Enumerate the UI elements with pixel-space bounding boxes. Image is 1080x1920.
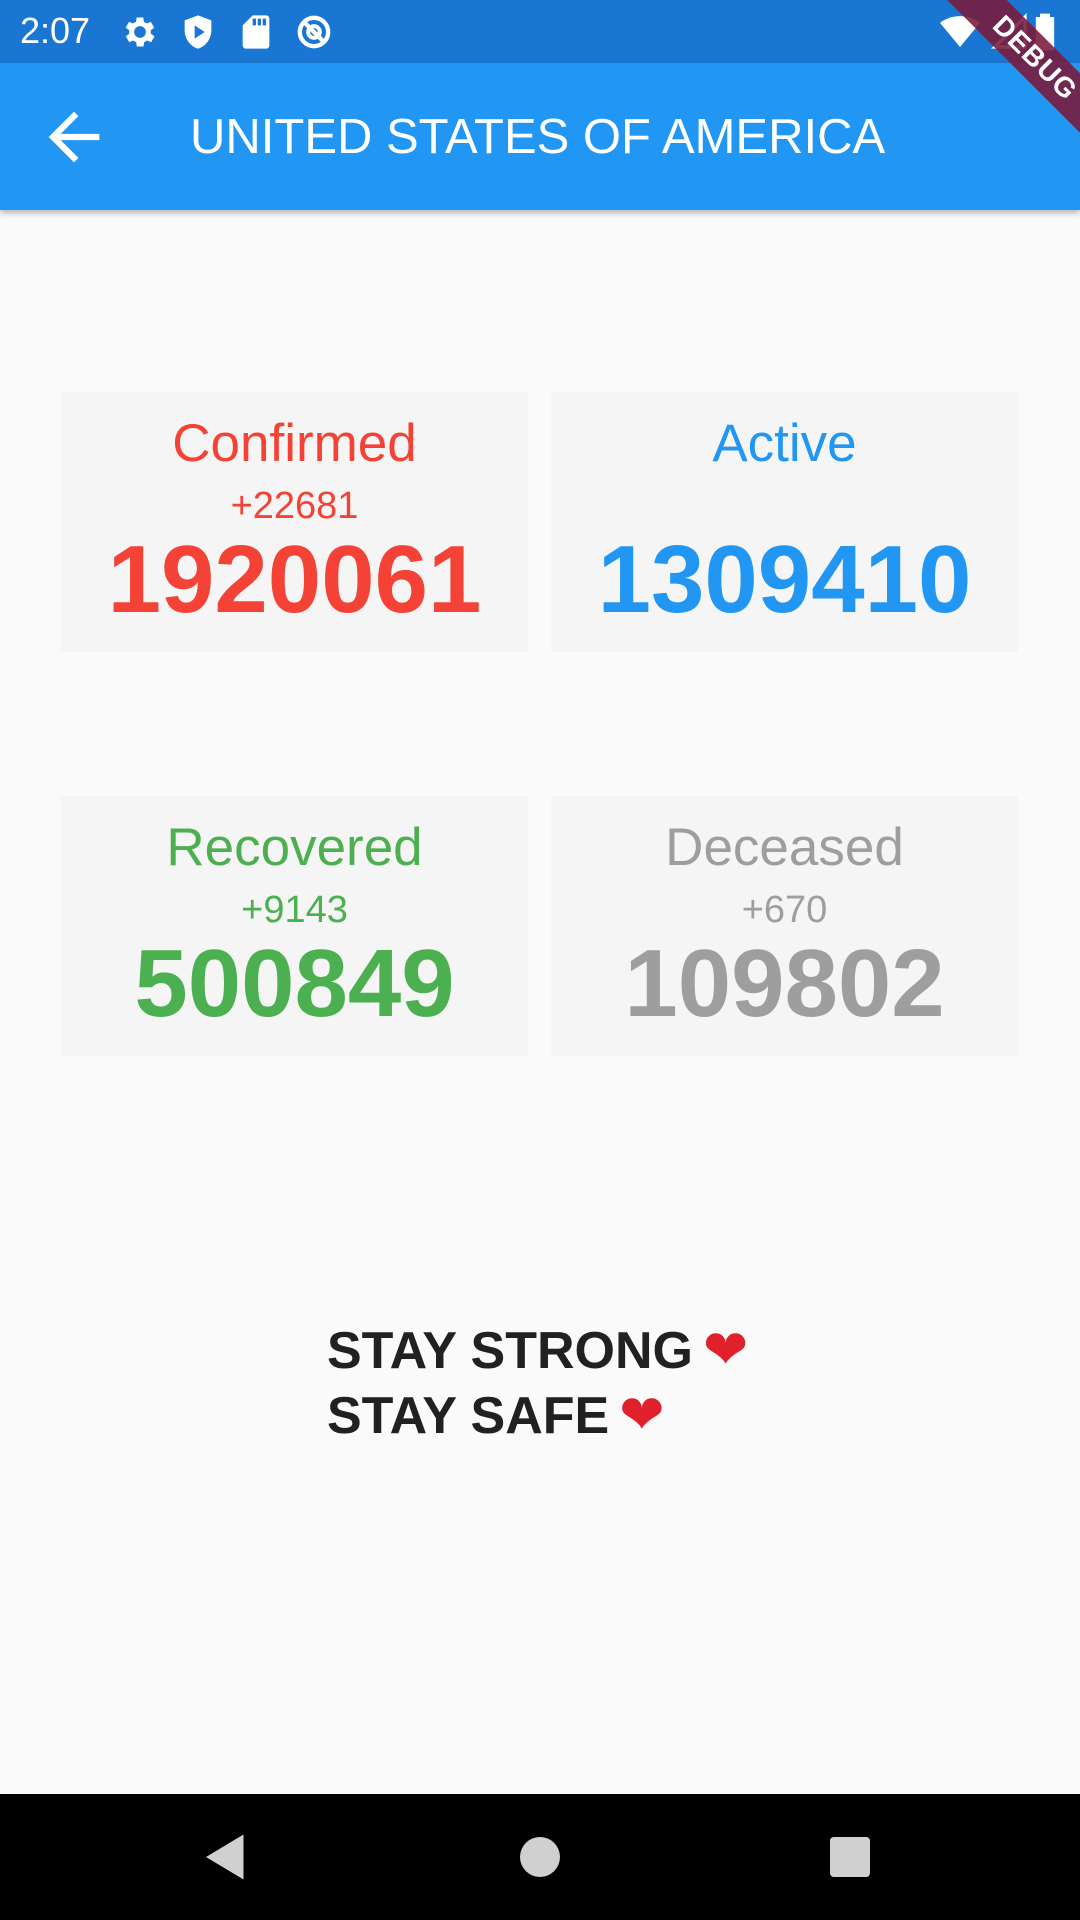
cell-signal-icon: [990, 12, 1030, 52]
status-bar: 2:07: [0, 0, 1080, 63]
nav-recents-button[interactable]: [820, 1827, 880, 1887]
recovered-delta: +9143: [241, 889, 348, 931]
confirmed-delta: +22681: [230, 485, 359, 527]
heart-icon: ❤: [619, 1383, 665, 1446]
deceased-delta: +670: [741, 889, 828, 931]
status-time: 2:07: [20, 10, 91, 51]
nav-back-button[interactable]: [196, 1827, 256, 1887]
home-circle-icon: [520, 1837, 560, 1877]
navigation-bar: [0, 1794, 1080, 1920]
gear-icon: [120, 12, 160, 52]
active-label: Active: [712, 414, 857, 473]
wifi-icon: [940, 12, 980, 52]
back-triangle-icon: [206, 1834, 244, 1880]
heart-icon: ❤: [703, 1318, 749, 1381]
motto-line-2-text: STAY SAFE: [327, 1387, 610, 1445]
back-button[interactable]: [36, 99, 112, 175]
recovered-card: Recovered +9143 500849: [61, 796, 528, 1056]
shield-play-icon: [178, 12, 218, 52]
confirmed-value: 1920061: [107, 526, 482, 633]
confirmed-card: Confirmed +22681 1920061: [61, 392, 528, 652]
recents-square-icon: [830, 1837, 870, 1877]
recovered-value: 500849: [134, 930, 455, 1037]
no-sync-icon: [294, 12, 334, 52]
deceased-value: 109802: [624, 930, 945, 1037]
deceased-card: Deceased +670 109802: [551, 796, 1018, 1056]
motto: STAY STRONG ❤ STAY SAFE ❤: [327, 1318, 748, 1448]
nav-home-button[interactable]: [510, 1827, 570, 1887]
app-bar: UNITED STATES OF AMERICA: [0, 63, 1080, 210]
page-title: UNITED STATES OF AMERICA: [190, 110, 886, 164]
battery-icon: [1030, 12, 1060, 52]
motto-line-2: STAY SAFE ❤: [327, 1383, 748, 1448]
sd-card-icon: [236, 12, 276, 52]
arrow-back-icon: [48, 111, 100, 163]
deceased-label: Deceased: [665, 818, 904, 877]
motto-line-1-text: STAY STRONG: [327, 1322, 694, 1380]
recovered-label: Recovered: [166, 818, 423, 877]
active-card: Active 1309410: [551, 392, 1018, 652]
motto-line-1: STAY STRONG ❤: [327, 1318, 748, 1383]
confirmed-label: Confirmed: [172, 414, 417, 473]
active-value: 1309410: [597, 526, 972, 633]
